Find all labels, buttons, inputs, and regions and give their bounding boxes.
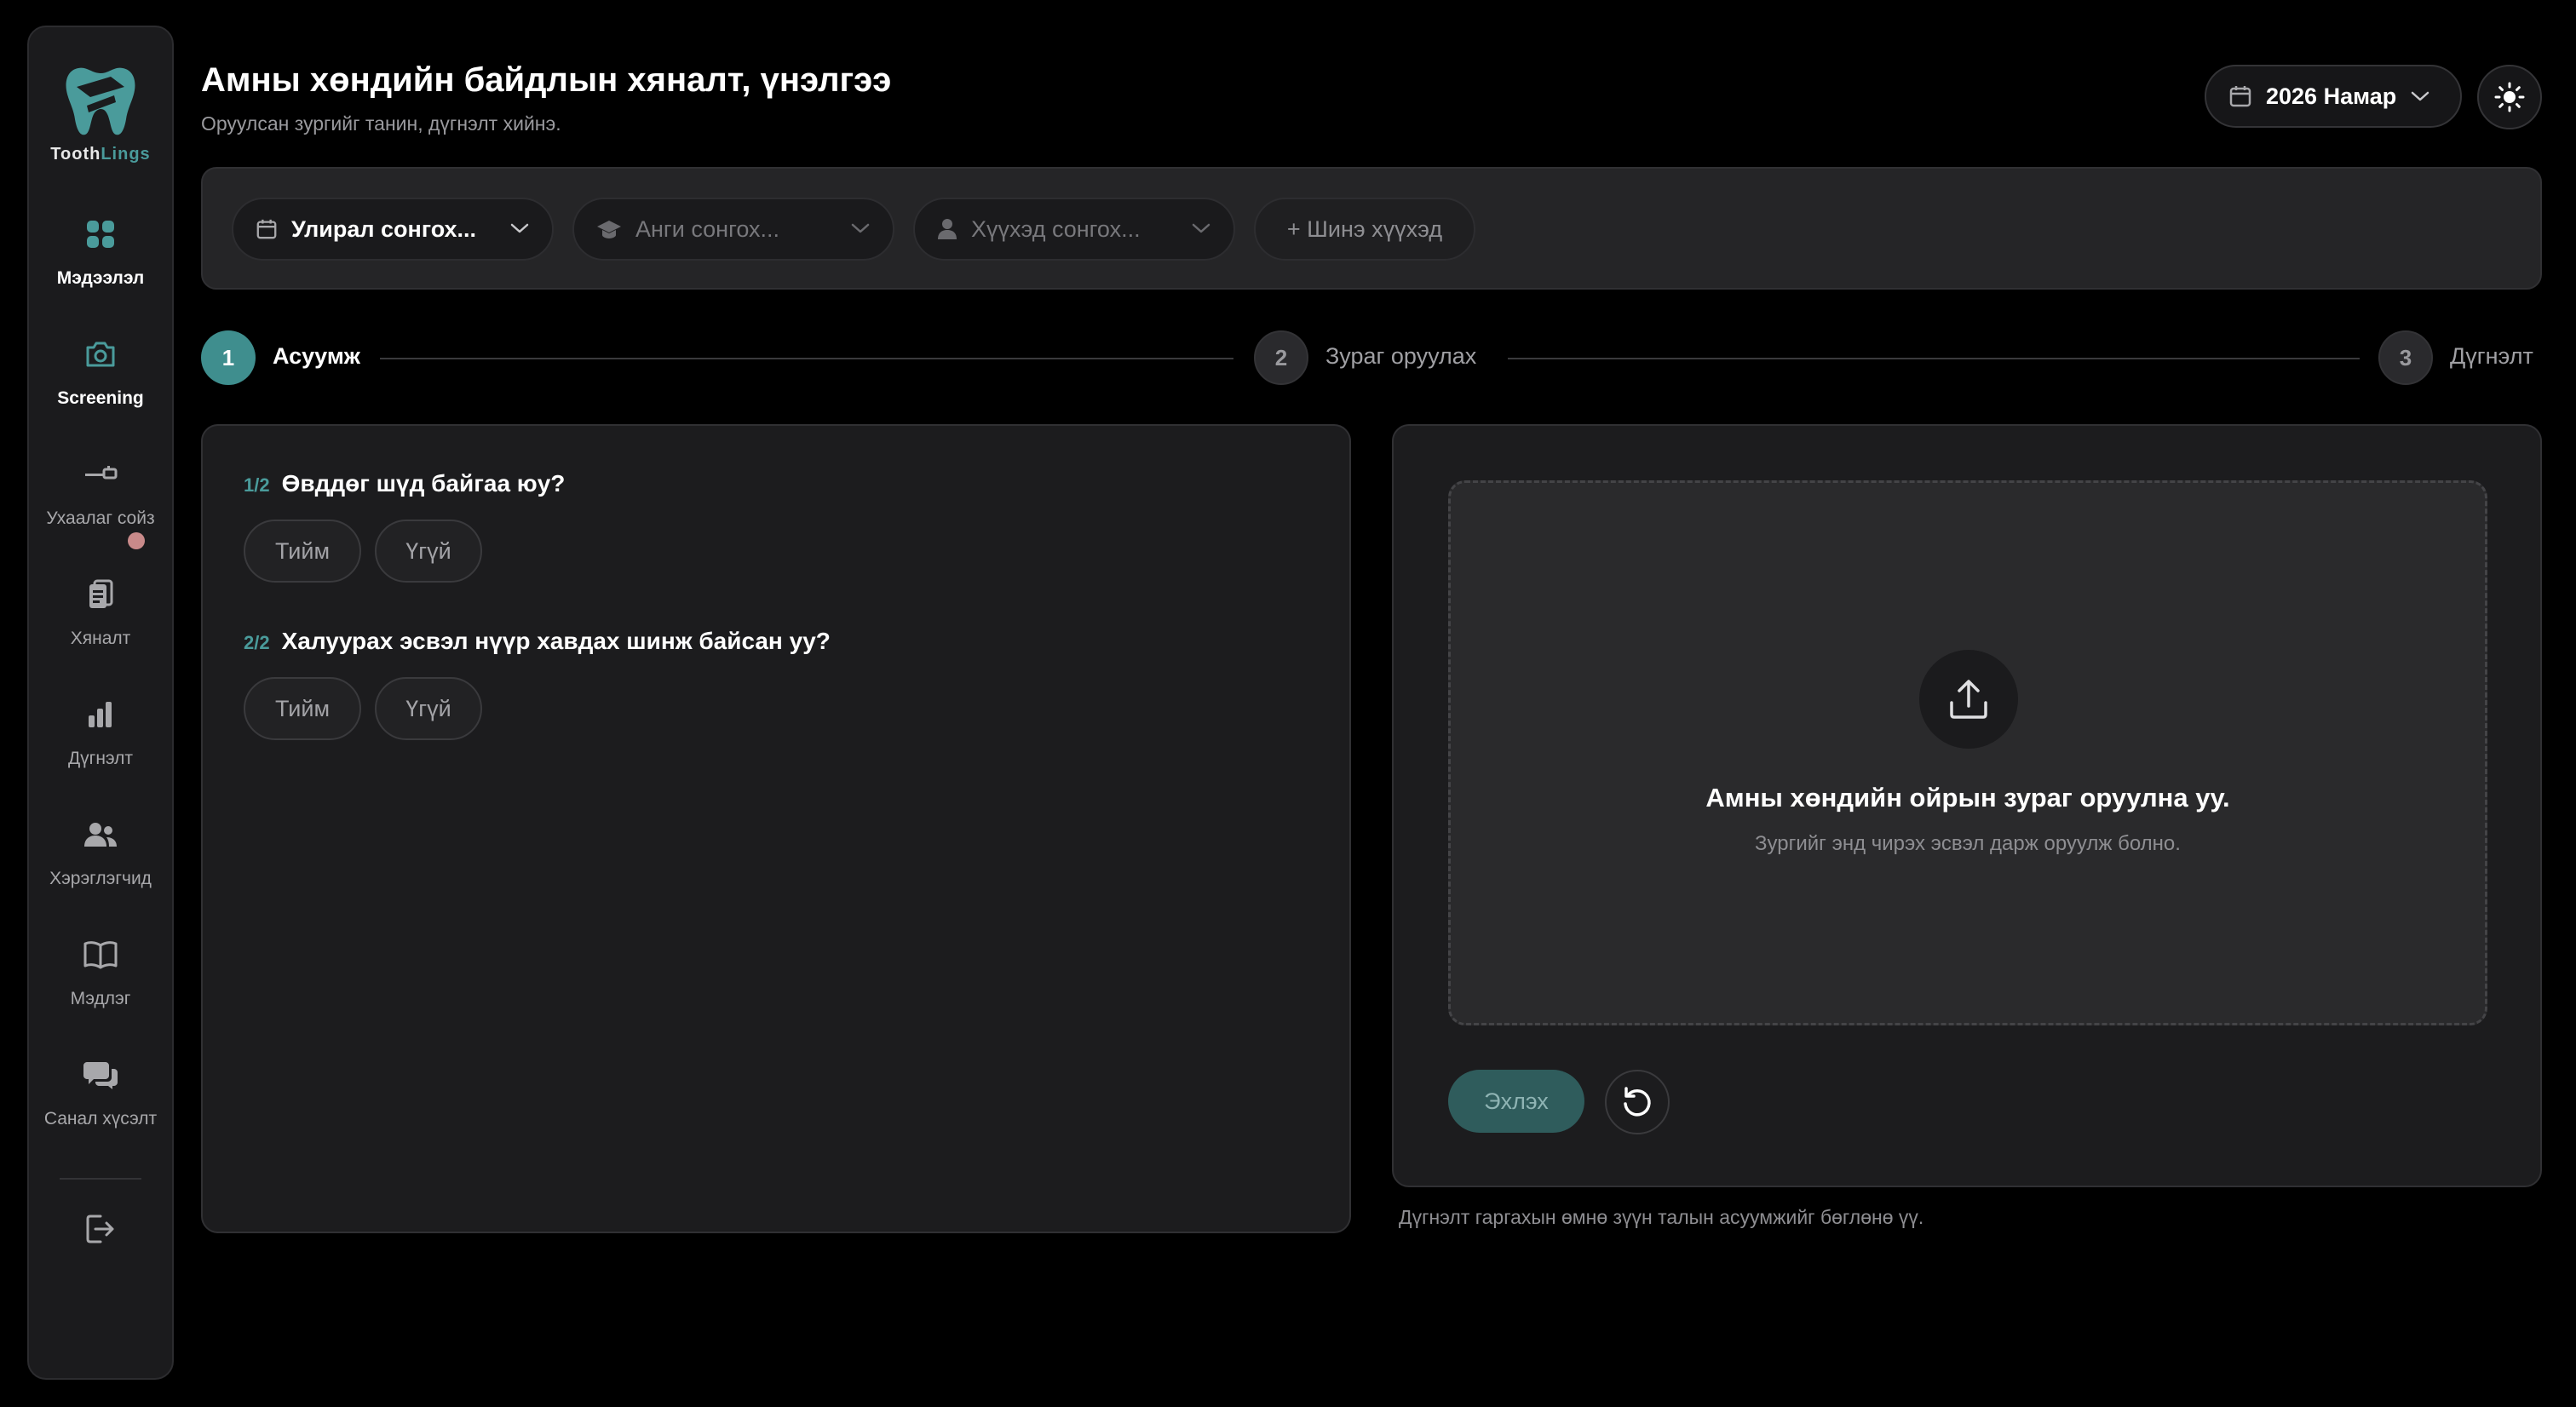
sidebar-item-label: Screening: [57, 388, 144, 408]
step-3-circle[interactable]: 3: [2378, 330, 2433, 385]
sidebar-nav: Мэдээлэл Screening Ухаалаг сойз Хяналт Д…: [29, 202, 172, 1163]
sidebar-item-label: Мэдлэг: [70, 989, 131, 1008]
page-subtitle: Оруулсан зургийг танин, дүгнэлт хийнэ.: [201, 112, 561, 135]
step-connector: [1508, 358, 2360, 359]
answer-yes-button[interactable]: Тийм: [244, 677, 361, 740]
answer-no-button[interactable]: Үгүй: [375, 520, 482, 583]
notification-dot: [128, 532, 145, 549]
question-item: 1/2 Өвддөг шүд байгаа юу? Тийм Үгүй: [244, 470, 565, 583]
logout-button[interactable]: [82, 1210, 119, 1248]
grid-icon: [82, 215, 119, 253]
sidebar-item-conclusion[interactable]: Дүгнэлт: [29, 682, 172, 802]
sidebar-item-knowledge[interactable]: Мэдлэг: [29, 922, 172, 1042]
sidebar-item-label: Мэдээлэл: [56, 268, 145, 288]
reset-button[interactable]: [1605, 1070, 1670, 1134]
semester-select[interactable]: Улирал сонгох...: [232, 198, 554, 261]
graduation-cap-icon: [597, 221, 621, 238]
sidebar-item-info[interactable]: Мэдээлэл: [29, 202, 172, 322]
upload-icon-container: [1919, 650, 2018, 749]
bar-chart-icon: [82, 696, 119, 733]
question-number: 2/2: [244, 632, 270, 653]
upload-hint: Дүгнэлт гаргахын өмнө зүүн талын асуумжи…: [1399, 1206, 1924, 1228]
camera-icon: [82, 336, 119, 373]
class-select-value: Анги сонгох...: [635, 215, 780, 242]
step-connector: [380, 358, 1233, 359]
image-upload-panel: Амны хөндийн ойрын зураг оруулна уу. Зур…: [1392, 424, 2542, 1187]
sidebar-item-label: Хяналт: [70, 629, 131, 648]
filter-bar: Улирал сонгох... Анги сонгох... Хүүхэд с…: [201, 167, 2542, 290]
page-title: Амны хөндийн байдлын хяналт, үнэлгээ: [201, 61, 892, 99]
step-1-circle[interactable]: 1: [201, 330, 256, 385]
question-item: 2/2 Халуурах эсвэл нүүр хавдах шинж байс…: [244, 628, 831, 740]
upload-icon: [1950, 680, 1987, 719]
chevron-down-icon: [1192, 223, 1210, 233]
chevron-down-icon: [851, 223, 870, 233]
logout-icon: [86, 1215, 114, 1243]
step-3-label: Дүгнэлт: [2450, 343, 2533, 369]
season-label: 2026 Намар: [2266, 83, 2397, 109]
calendar-icon: [256, 219, 277, 239]
child-select[interactable]: Хүүхэд сонгох...: [913, 198, 1235, 261]
sidebar-item-label: Дүгнэлт: [67, 749, 134, 768]
sidebar-item-monitoring[interactable]: Хяналт: [29, 562, 172, 682]
sidebar-item-screening[interactable]: Screening: [29, 322, 172, 442]
season-selector[interactable]: 2026 Намар: [2205, 65, 2462, 128]
add-child-button[interactable]: + Шинэ хүүхэд: [1254, 198, 1475, 261]
tooth-logo-icon: [66, 67, 135, 135]
child-select-value: Хүүхэд сонгох...: [971, 215, 1141, 242]
question-text: Халуурах эсвэл нүүр хавдах шинж байсан у…: [281, 628, 831, 654]
start-button[interactable]: Эхлэх: [1448, 1070, 1584, 1133]
logo-text: ToothLings: [50, 145, 151, 164]
question-number: 1/2: [244, 474, 270, 496]
app-logo[interactable]: ToothLings: [50, 61, 150, 164]
book-icon: [82, 936, 119, 973]
chat-icon: [82, 1056, 119, 1094]
questionnaire-panel: 1/2 Өвддөг шүд байгаа юу? Тийм Үгүй 2/2 …: [201, 424, 1351, 1233]
image-dropzone[interactable]: Амны хөндийн ойрын зураг оруулна уу. Зур…: [1448, 480, 2487, 1025]
clipboard-icon: [82, 576, 119, 613]
sidebar-item-label: Санал хүсэлт: [43, 1109, 158, 1128]
reset-icon: [1624, 1087, 1651, 1117]
step-1-label: Асуумж: [273, 343, 360, 369]
toothbrush-icon: [82, 456, 119, 493]
sidebar-item-label: Хэрэглэгчид: [49, 869, 152, 888]
user-icon: [938, 219, 957, 239]
dropzone-title: Амны хөндийн ойрын зураг оруулна уу.: [1705, 783, 2230, 813]
sidebar: ToothLings Мэдээлэл Screening Ухаалаг со…: [27, 26, 174, 1380]
calendar-icon: [2229, 86, 2251, 107]
step-2-label: Зураг оруулах: [1325, 343, 1477, 369]
sidebar-item-label: Ухаалаг сойз: [46, 508, 155, 528]
users-icon: [82, 816, 119, 853]
sidebar-item-smart-brush[interactable]: Ухаалаг сойз: [29, 442, 172, 562]
step-2-circle[interactable]: 2: [1254, 330, 1308, 385]
dropzone-subtitle: Зургийг энд чирэх эсвэл дарж оруулж болн…: [1755, 832, 2181, 855]
question-text: Өвддөг шүд байгаа юу?: [281, 470, 566, 497]
sidebar-item-users[interactable]: Хэрэглэгчид: [29, 802, 172, 922]
answer-yes-button[interactable]: Тийм: [244, 520, 361, 583]
sun-icon: [2494, 82, 2525, 112]
sidebar-item-feedback[interactable]: Санал хүсэлт: [29, 1042, 172, 1163]
answer-no-button[interactable]: Үгүй: [375, 677, 482, 740]
class-select[interactable]: Анги сонгох...: [572, 198, 894, 261]
semester-select-value: Улирал сонгох...: [291, 215, 477, 242]
chevron-down-icon: [2411, 91, 2429, 101]
theme-toggle-button[interactable]: [2477, 65, 2542, 129]
sidebar-divider: [60, 1178, 141, 1180]
chevron-down-icon: [510, 223, 529, 233]
